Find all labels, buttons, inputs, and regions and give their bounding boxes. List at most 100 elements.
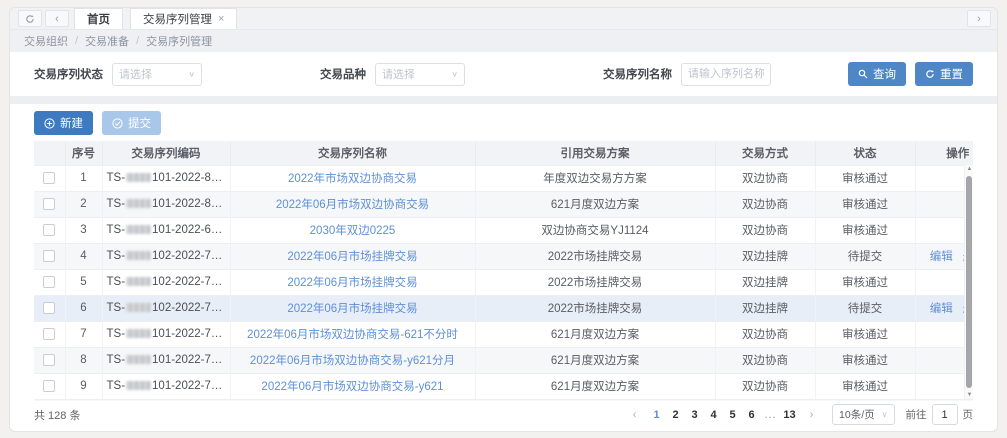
table-row: 9 TS-101-2022-7948 2022年06月市场双边协商交易-y621… <box>34 373 973 399</box>
status-select[interactable]: 请选择 ∨ <box>112 63 202 86</box>
sequence-name-link[interactable]: 2022年06月市场双边协商交易 <box>276 199 429 211</box>
tab-strip: ‹ 首页 交易序列管理 × › <box>10 8 997 30</box>
row-checkbox[interactable] <box>43 380 55 392</box>
page-number-button[interactable]: 2 <box>666 405 685 425</box>
reset-icon <box>925 69 935 79</box>
scrollbar-thumb[interactable] <box>966 176 972 388</box>
goto-page-input[interactable] <box>932 404 958 425</box>
page-number-button[interactable]: 5 <box>723 405 742 425</box>
sequence-code: TS-102-2022-7958 <box>102 295 230 321</box>
row-checkbox[interactable] <box>43 224 55 236</box>
tab-sequence-management[interactable]: 交易序列管理 × <box>130 8 237 29</box>
table-wrap: 序号交易序列编码交易序列名称引用交易方案交易方式状态操作 1 TS-101-20… <box>34 141 973 401</box>
sequence-name-link[interactable]: 2022年06月市场挂牌交易 <box>287 251 417 263</box>
sequence-code: TS-102-2022-7960 <box>102 243 230 269</box>
page-number-list: 123456...13 <box>647 405 799 425</box>
table-row: 8 TS-101-2022-7949 2022年06月市场双边协商交易-y621… <box>34 347 973 373</box>
goto-page-group: 前往 页 <box>906 404 974 425</box>
breadcrumb-separator: / <box>75 35 78 47</box>
sequence-name-link[interactable]: 2022年06月市场挂牌交易 <box>287 277 417 289</box>
tab-home[interactable]: 首页 <box>74 8 123 29</box>
row-checkbox[interactable] <box>43 302 55 314</box>
plus-circle-icon <box>44 118 55 129</box>
scroll-tabs-left-button[interactable]: ‹ <box>45 10 69 27</box>
column-header: 序号 <box>65 141 102 165</box>
column-header: 引用交易方案 <box>475 141 715 165</box>
create-button[interactable]: 新建 <box>34 111 93 135</box>
chevron-right-icon: › <box>977 13 981 25</box>
sequence-code: TS-101-2022-7949 <box>102 347 230 373</box>
table-header-row: 序号交易序列编码交易序列名称引用交易方案交易方式状态操作 <box>34 141 973 165</box>
sequence-name-input[interactable] <box>681 63 771 86</box>
name-filter-label: 交易序列名称 <box>603 66 672 82</box>
page-number-button[interactable]: 1 <box>647 405 666 425</box>
table-scrollbar[interactable]: ▲ ▼ <box>964 165 973 399</box>
row-number: 4 <box>65 243 102 269</box>
scroll-down-icon[interactable]: ▼ <box>965 392 973 398</box>
sequence-name-link[interactable]: 2022年06月市场双边协商交易-y621分月 <box>250 355 455 367</box>
row-checkbox[interactable] <box>43 354 55 366</box>
search-button-label: 查询 <box>873 66 896 82</box>
variety-select[interactable]: 请选择 ∨ <box>375 63 465 86</box>
referenced-plan: 621月度双边方案 <box>475 321 715 347</box>
status-text: 审核通过 <box>815 269 915 295</box>
reset-button[interactable]: 重置 <box>915 62 973 86</box>
trade-method: 双边协商 <box>715 347 815 373</box>
status-text: 审核通过 <box>815 165 915 191</box>
submit-button[interactable]: 提交 <box>102 111 161 135</box>
redacted-code-segment <box>126 329 151 338</box>
row-checkbox[interactable] <box>43 198 55 210</box>
breadcrumb-item-current: 交易序列管理 <box>146 33 212 49</box>
status-text: 待提交 <box>815 243 915 269</box>
goto-label: 前往 <box>906 407 927 422</box>
filter-panel: 交易序列状态 请选择 ∨ 交易品种 请选择 ∨ 交易序列名称 查询 <box>10 52 997 96</box>
edit-link[interactable]: 编辑 <box>930 251 953 263</box>
sequence-code: TS-101-2022-7937 <box>102 399 230 401</box>
scroll-tabs-right-button[interactable]: › <box>967 10 991 27</box>
chevron-down-icon: ∨ <box>188 70 195 79</box>
status-text: 审核通过 <box>815 217 915 243</box>
pagination: ‹ 123456...13 › 10条/页 ∨ 前往 页 <box>625 404 973 425</box>
breadcrumb-item[interactable]: 交易准备 <box>85 33 129 49</box>
row-checkbox[interactable] <box>43 276 55 288</box>
sequence-name-link[interactable]: 2022年市场双边协商交易 <box>288 173 417 185</box>
filter-variety-group: 交易品种 请选择 ∨ <box>320 63 465 86</box>
page-size-select[interactable]: 10条/页 ∨ <box>832 404 894 425</box>
prev-page-button[interactable]: ‹ <box>625 405 644 425</box>
row-checkbox[interactable] <box>43 328 55 340</box>
refresh-icon <box>25 14 35 24</box>
sequence-name-link[interactable]: 2022年06月市场双边协商交易-y621 <box>261 381 443 393</box>
page-number-button[interactable]: 13 <box>780 405 799 425</box>
sequence-code: TS-101-2022-7951 <box>102 321 230 347</box>
row-number: 3 <box>65 217 102 243</box>
variety-select-placeholder: 请选择 <box>382 66 415 82</box>
search-button[interactable]: 查询 <box>848 62 906 86</box>
breadcrumb-item[interactable]: 交易组织 <box>24 33 68 49</box>
column-header: 交易序列名称 <box>230 141 475 165</box>
table-row: 3 TS-101-2022-6172 2030年双边0225 双边协商交易YJ1… <box>34 217 973 243</box>
sequence-name-link[interactable]: 2022年06月市场挂牌交易 <box>287 303 417 315</box>
sequence-name-link[interactable]: 2022年06月市场双边协商交易-621不分时 <box>247 329 458 341</box>
close-tab-icon[interactable]: × <box>218 14 224 25</box>
row-number: 2 <box>65 191 102 217</box>
scroll-up-icon[interactable]: ▲ <box>965 166 973 172</box>
page-number-button[interactable]: 3 <box>685 405 704 425</box>
sequence-code: TS-102-2022-7959 <box>102 269 230 295</box>
redacted-code-segment <box>126 173 151 182</box>
page-number-button[interactable]: 6 <box>742 405 761 425</box>
row-operations <box>915 399 973 401</box>
referenced-plan: 2022市场挂牌交易 <box>475 295 715 321</box>
refresh-tab-button[interactable] <box>18 10 42 27</box>
row-checkbox[interactable] <box>43 250 55 262</box>
referenced-plan: 双边协商交易YJ1124 <box>475 217 715 243</box>
referenced-plan: 621月度双边方案 <box>475 373 715 399</box>
sequence-code: TS-101-2022-8078 <box>102 191 230 217</box>
edit-link[interactable]: 编辑 <box>930 303 953 315</box>
table-body: 1 TS-101-2022-8096 2022年市场双边协商交易 年度双边交易方… <box>34 165 973 401</box>
trade-method: 双边协商 <box>715 373 815 399</box>
submit-button-label: 提交 <box>128 115 151 131</box>
row-checkbox[interactable] <box>43 172 55 184</box>
page-number-button[interactable]: 4 <box>704 405 723 425</box>
next-page-button[interactable]: › <box>802 405 821 425</box>
sequence-name-link[interactable]: 2030年双边0225 <box>310 225 396 237</box>
